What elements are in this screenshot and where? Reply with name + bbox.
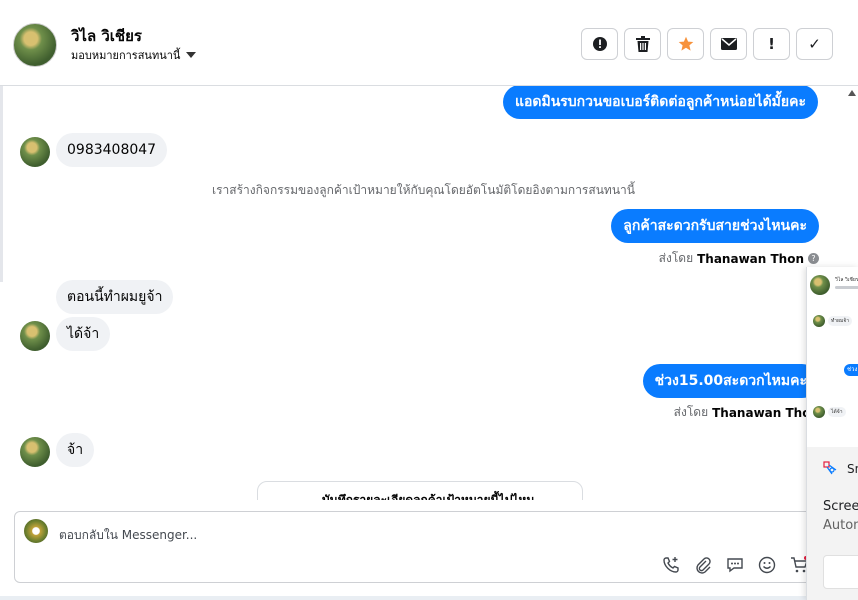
emoji-button[interactable] [757,555,777,575]
follow-up-button[interactable]: ! [753,28,790,60]
envelope-icon [720,38,737,50]
system-note: เราสร้างกิจกรรมของลูกค้าเป้าหมายให้กับคุ… [212,183,635,197]
sender-avatar [20,437,50,467]
notification-title: Screen [823,499,858,514]
message-incoming[interactable]: ตอนนี้ทำผมยูจ้า [56,280,174,314]
caret-down-icon [186,52,197,58]
thumb-name: วิไล วิเชียร [835,277,858,283]
screenshot-notification[interactable]: วิไล วิเชียร ทำผมจ้า ช่วง15 ได้จ้า Sni S… [806,267,858,600]
assign-conversation-dropdown[interactable]: มอบหมายการสนทนานี้ [71,46,197,64]
attach-button[interactable] [693,555,713,575]
trash-icon [635,36,650,52]
lead-card-title: บันทึกรายละเอียดลูกค้าเป้าหมายนี้ไปไหม [322,493,535,500]
bottom-edge [0,596,858,600]
delete-button[interactable] [624,28,661,60]
chat-bubble-icon [727,558,743,573]
mark-done-button[interactable]: ✓ [796,28,833,60]
notification-subtitle: Autom [823,518,858,533]
star-button[interactable] [667,28,704,60]
alert-circle-icon [592,37,607,51]
message-outgoing[interactable]: ช่วง15.00สะดวกไหมคะ [642,364,819,398]
sender-avatar [20,137,50,167]
message-incoming[interactable]: ได้จ้า [56,317,111,351]
sent-by-label: ส่งโดย Thanawan Thon [674,403,819,422]
call-add-button[interactable] [661,555,681,575]
screenshot-thumbnail[interactable]: วิไล วิเชียร ทำผมจ้า ช่วง15 ได้จ้า [807,267,858,448]
exclamation-icon: ! [768,35,775,53]
snipping-tool-icon [823,461,837,475]
reply-composer[interactable]: ตอบกลับใน Messenger... [14,511,834,583]
star-icon [678,36,693,51]
message-incoming[interactable]: จ้า [56,433,95,467]
contact-avatar[interactable] [13,23,57,67]
lead-capture-card[interactable]: บันทึกรายละเอียดลูกค้าเป้าหมายนี้ไปไหม [257,481,583,500]
message-outgoing[interactable]: แอดมินรบกวนขอเบอร์ติดต่อลูกค้าหน่อยได้มั… [502,86,818,119]
sent-by-name: Thanawan Thon [712,405,819,420]
check-icon: ✓ [808,35,821,53]
phone-plus-icon [663,557,679,573]
reply-input[interactable]: ตอบกลับใน Messenger... [59,526,197,545]
message-incoming[interactable]: 0983408047 [56,133,168,167]
thumb-avatar [813,315,825,327]
sender-avatar [20,321,50,351]
mark-spam-button[interactable] [581,28,618,60]
sent-by-prefix: ส่งโดย [673,405,709,419]
composer-toolbar [661,555,809,575]
thumb-bubble: ได้จ้า [828,407,846,417]
smiley-icon [758,556,776,574]
assign-label: มอบหมายการสนทนานี้ [71,49,181,62]
action-toolbar: ! ✓ [581,28,833,60]
help-icon[interactable]: ? [808,253,819,264]
paperclip-icon [696,557,711,574]
mark-unread-button[interactable] [710,28,747,60]
notification-action-button[interactable] [823,555,858,589]
app-name: Sni [847,462,858,476]
scroll-up-arrow-icon[interactable] [848,90,856,96]
thumb-line [835,286,858,289]
sent-by-prefix: ส่งโดย [658,251,694,265]
page-avatar [24,519,48,543]
contact-name[interactable]: วิไล วิเชียร [71,24,142,48]
thumb-avatar [810,275,830,295]
message-thread[interactable]: แอดมินรบกวนขอเบอร์ติดต่อลูกค้าหน่อยได้มั… [0,86,845,500]
message-outgoing[interactable]: ลูกค้าสะดวกรับสายช่วงไหนคะ [611,209,819,243]
thumb-avatar [813,406,825,418]
sent-by-label: ส่งโดย Thanawan Thon ? [659,249,819,268]
conversation-header: วิไล วิเชียร มอบหมายการสนทนานี้ ! ✓ [0,0,858,86]
sent-by-name: Thanawan Thon [697,251,804,266]
thumb-bubble-out: ช่วง15 [844,364,858,376]
saved-replies-button[interactable] [725,555,745,575]
thumb-bubble: ทำผมจ้า [828,316,853,326]
